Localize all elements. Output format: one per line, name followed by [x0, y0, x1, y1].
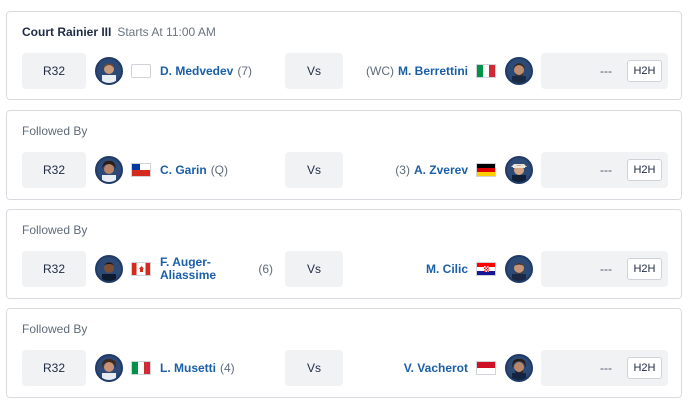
player-one[interactable]: C. Garin (Q)	[87, 152, 285, 188]
player-name[interactable]: L. Musetti	[160, 361, 216, 375]
italy-flag-icon	[476, 64, 496, 78]
score-cell: --- H2H	[541, 251, 668, 287]
player-seed: (WC)	[366, 64, 394, 78]
card-header: Followed By	[22, 124, 87, 138]
followed-by-label: Followed By	[22, 124, 88, 138]
round-label: R32	[22, 350, 86, 386]
player-seed: (3)	[395, 163, 410, 177]
vs-label: Vs	[285, 251, 343, 287]
player-avatar	[505, 354, 533, 382]
h2h-button[interactable]: H2H	[627, 159, 662, 181]
player-seed: (7)	[237, 64, 253, 78]
player-one[interactable]: L. Musetti (4)	[87, 350, 285, 386]
player-two[interactable]: M. Cilic	[343, 251, 541, 287]
card-header: Followed By	[22, 223, 87, 237]
blank-flag-icon	[131, 64, 151, 78]
player-name[interactable]: V. Vacherot	[404, 361, 468, 375]
score-cell: --- H2H	[541, 152, 668, 188]
match-row: R32 F. Auger-Aliassime (6) Vs M. Cilic -…	[22, 251, 668, 287]
player-avatar	[95, 57, 123, 85]
match-row: R32 L. Musetti (4) Vs V. Vacherot --- H2…	[22, 350, 668, 386]
germany-flag-icon	[476, 163, 496, 177]
canada-flag-icon	[131, 262, 151, 276]
player-avatar	[505, 255, 533, 283]
vs-label: Vs	[285, 152, 343, 188]
italy-flag-icon	[131, 361, 151, 375]
score-text: ---	[600, 262, 612, 276]
match-card: Followed By R32 F. Auger-Aliassime (6) V…	[6, 209, 682, 299]
card-header: Followed By	[22, 322, 87, 336]
player-seed: (Q)	[210, 163, 229, 177]
score-cell: --- H2H	[541, 53, 668, 89]
player-name[interactable]: C. Garin	[160, 163, 207, 177]
match-row: R32 C. Garin (Q) Vs (3) A. Zverev --- H2…	[22, 152, 668, 188]
vs-label: Vs	[285, 350, 343, 386]
card-header: Court Rainier III Starts At 11:00 AM	[22, 25, 216, 39]
player-avatar	[95, 255, 123, 283]
player-two[interactable]: V. Vacherot	[343, 350, 541, 386]
round-label: R32	[22, 53, 86, 89]
h2h-button[interactable]: H2H	[627, 357, 662, 379]
player-avatar	[95, 354, 123, 382]
croatia-flag-icon	[476, 262, 496, 276]
match-row: R32 D. Medvedev (7) Vs (WC) M. Berrettin…	[22, 53, 668, 89]
player-one[interactable]: D. Medvedev (7)	[87, 53, 285, 89]
player-avatar	[95, 156, 123, 184]
monaco-flag-icon	[476, 361, 496, 375]
player-name[interactable]: F. Auger-Aliassime	[160, 256, 230, 282]
chile-flag-icon	[131, 163, 151, 177]
player-name[interactable]: D. Medvedev	[160, 64, 233, 78]
player-name[interactable]: M. Berrettini	[398, 64, 468, 78]
player-avatar	[505, 156, 533, 184]
score-text: ---	[600, 163, 612, 177]
match-card: Followed By R32 L. Musetti (4) Vs V. Vac…	[6, 308, 682, 398]
player-two[interactable]: (WC) M. Berrettini	[343, 53, 541, 89]
player-seed: (6)	[258, 262, 273, 276]
match-card: Court Rainier III Starts At 11:00 AM R32 …	[6, 11, 682, 100]
player-seed: (4)	[220, 361, 235, 375]
followed-by-label: Followed By	[22, 223, 88, 237]
round-label: R32	[22, 152, 86, 188]
court-name: Court Rainier III	[22, 25, 112, 39]
score-cell: --- H2H	[541, 350, 668, 386]
player-one[interactable]: F. Auger-Aliassime (6)	[87, 251, 285, 287]
score-text: ---	[600, 64, 612, 78]
match-card: Followed By R32 C. Garin (Q) Vs (3) A. Z…	[6, 110, 682, 200]
player-two[interactable]: (3) A. Zverev	[343, 152, 541, 188]
player-avatar	[505, 57, 533, 85]
h2h-button[interactable]: H2H	[627, 258, 662, 280]
followed-by-label: Followed By	[22, 322, 88, 336]
round-label: R32	[22, 251, 86, 287]
vs-label: Vs	[285, 53, 343, 89]
player-name[interactable]: A. Zverev	[414, 163, 468, 177]
start-time: Starts At 11:00 AM	[117, 25, 216, 39]
h2h-button[interactable]: H2H	[627, 60, 662, 82]
player-name[interactable]: M. Cilic	[426, 262, 468, 276]
score-text: ---	[600, 361, 612, 375]
